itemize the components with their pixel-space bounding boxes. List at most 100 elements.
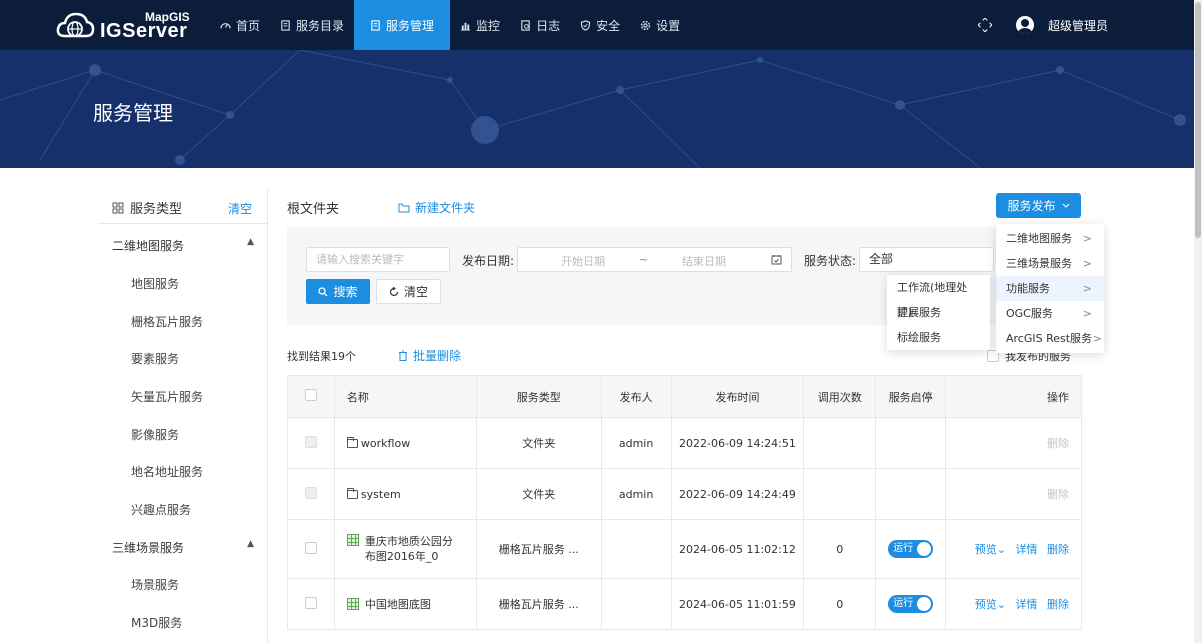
preview-link[interactable]: 预览⌄ [969,543,1006,556]
batch-delete-button[interactable]: 批量删除 [398,347,461,364]
menu-item-3d-scene[interactable]: 三维场景服务 > [996,251,1104,276]
column-header[interactable]: 发布人 [600,375,672,418]
sidebar-item-scene[interactable]: 场景服务 [131,576,179,593]
user-avatar[interactable] [1015,16,1034,34]
page-scrollbar[interactable] [1194,0,1202,643]
submenu-item-plotting[interactable]: 标绘服务 [887,325,990,350]
start-date-input[interactable]: 开始日期 [561,253,605,269]
column-header[interactable]: 服务启停 [875,375,947,418]
chevron-right-icon: > [1082,307,1092,320]
sidebar-item-poi[interactable]: 兴趣点服务 [131,501,191,518]
calls-cell [803,417,877,469]
detail-link[interactable]: 详情 [1016,543,1038,556]
ops-cell: 预览⌄ 详情 删除 [945,519,1082,579]
delete-link[interactable]: 删除 [1047,543,1069,556]
delete-link[interactable]: 删除 [1047,598,1069,611]
clear-button[interactable]: 清空 [376,279,441,304]
publish-service-button[interactable]: 服务发布 [996,193,1081,218]
nav-log[interactable]: 日志 [510,0,570,50]
table-header-row: 名称 服务类型 发布人 发布时间 调用次数 服务启停 操作 [287,375,1082,418]
row-checkbox[interactable] [304,541,317,554]
clear-button-label: 清空 [403,285,428,299]
preview-link[interactable]: 预览⌄ [969,598,1006,611]
service-toggle[interactable]: 运行 [888,540,934,558]
mapgis-logo[interactable]: MapGIS IGServer [55,8,195,44]
select-all-checkbox[interactable] [304,389,317,401]
column-header[interactable]: 名称 [333,375,477,418]
menu-item-ogc[interactable]: OGC服务 > [996,301,1104,326]
column-header[interactable]: 发布时间 [670,375,805,418]
menu-item-arcgis-rest[interactable]: ArcGIS Rest服务 > [996,326,1104,351]
chevron-right-icon: > [1082,282,1092,295]
name-cell[interactable]: 重庆市地质公园分布图2016年_0 [333,519,477,579]
service-type-sidebar: 服务类型 清空 二维地图服务 ▲ 地图服务 栅格瓦片服务 要素服务 矢量瓦片服务… [98,188,268,643]
row-checkbox[interactable] [304,596,317,609]
menu-item-label: ArcGIS Rest服务 [1006,332,1093,345]
calls-cell: 0 [803,578,877,630]
name-cell[interactable]: workflow [333,417,477,469]
new-folder-button[interactable]: 新建文件夹 [398,199,475,216]
menu-item-2d-map[interactable]: 二维地图服务 > [996,226,1104,251]
sidebar-item-vector-tile[interactable]: 矢量瓦片服务 [131,388,203,405]
result-count: 找到结果19个 [287,350,356,363]
table-row: 重庆市地质公园分布图2016年_0 栅格瓦片服务 ... 2024-06-05 … [287,519,1082,579]
sidebar-item-raster-tile[interactable]: 栅格瓦片服务 [131,313,203,330]
nav-label: 日志 [536,18,561,33]
sidebar-item-geocoding[interactable]: 地名地址服务 [131,463,203,480]
row-select-cell [287,519,335,579]
divider [98,223,267,224]
nav-home[interactable]: 首页 [210,0,270,50]
name-cell[interactable]: 中国地图底图 [333,578,477,630]
detail-link[interactable]: 详情 [1016,598,1038,611]
user-name[interactable]: 超级管理员 [1048,17,1108,34]
end-date-input[interactable]: 结束日期 [682,253,726,269]
nav-settings[interactable]: 设置 [630,0,690,50]
service-name[interactable]: 中国地图底图 [365,598,431,611]
shield-icon [580,19,591,31]
service-name[interactable]: system [361,488,401,501]
fullscreen-icon[interactable] [977,18,992,32]
status-select[interactable]: 全部 [859,247,994,272]
nav-service-management[interactable]: 服务管理 [354,0,451,50]
service-table: 名称 服务类型 发布人 发布时间 调用次数 服务启停 操作 workflow 文… [287,375,1082,630]
time-cell: 2022-06-09 14:24:51 [670,417,805,469]
nav-label: 设置 [656,18,681,33]
publisher-cell: admin [600,468,672,520]
sidebar-item-feature[interactable]: 要素服务 [131,350,179,367]
sidebar-item-imagery[interactable]: 影像服务 [131,426,179,443]
table-row: system 文件夹 admin 2022-06-09 14:24:49 删除 [287,468,1082,520]
nav-security[interactable]: 安全 [570,0,630,50]
submenu-item-extension[interactable]: 扩展服务 [887,300,990,325]
service-name[interactable]: workflow [361,437,410,450]
menu-item-function[interactable]: 功能服务 > [996,276,1104,301]
publisher-cell [600,578,672,630]
column-header[interactable]: 服务类型 [475,375,602,418]
date-range-picker[interactable]: 开始日期 ~ 结束日期 [517,247,792,272]
sidebar-item-m3d[interactable]: M3D服务 [131,614,182,631]
name-cell[interactable]: system [333,468,477,520]
search-input[interactable]: 请输入搜索关键字 [306,247,450,272]
sidebar-group-label: 三维场景服务 [112,541,185,555]
column-header[interactable]: 调用次数 [803,375,877,418]
service-name[interactable]: 重庆市地质公园分布图2016年_0 [365,534,457,564]
ops-cell: 删除 [945,468,1082,520]
logo-igserver-text: IGServer [100,20,188,42]
nav-monitor[interactable]: 监控 [450,0,510,50]
breadcrumb[interactable]: 根文件夹 [287,198,339,217]
type-cell: 栅格瓦片服务 ... [475,519,602,579]
chevron-up-icon: ▲ [247,237,254,247]
sidebar-item-map-service[interactable]: 地图服务 [131,275,179,292]
document-icon [281,19,290,31]
menu-item-label: 三维场景服务 [1006,257,1072,270]
bar-chart-icon [460,22,471,31]
service-toggle[interactable]: 运行 [888,595,934,613]
scrollbar-thumb[interactable] [1195,2,1201,238]
sidebar-clear-link[interactable]: 清空 [228,200,252,217]
submenu-item-workflow[interactable]: 工作流(地理处理) [887,275,990,319]
nav-service-catalog[interactable]: 服务目录 [270,0,354,50]
search-button[interactable]: 搜索 [306,279,370,304]
sidebar-group-3d[interactable]: 三维场景服务 ▲ [112,539,254,556]
sidebar-group-2d[interactable]: 二维地图服务 ▲ [112,237,254,254]
batch-delete-label: 批量删除 [413,349,462,363]
publish-label: 服务发布 [1007,199,1056,213]
